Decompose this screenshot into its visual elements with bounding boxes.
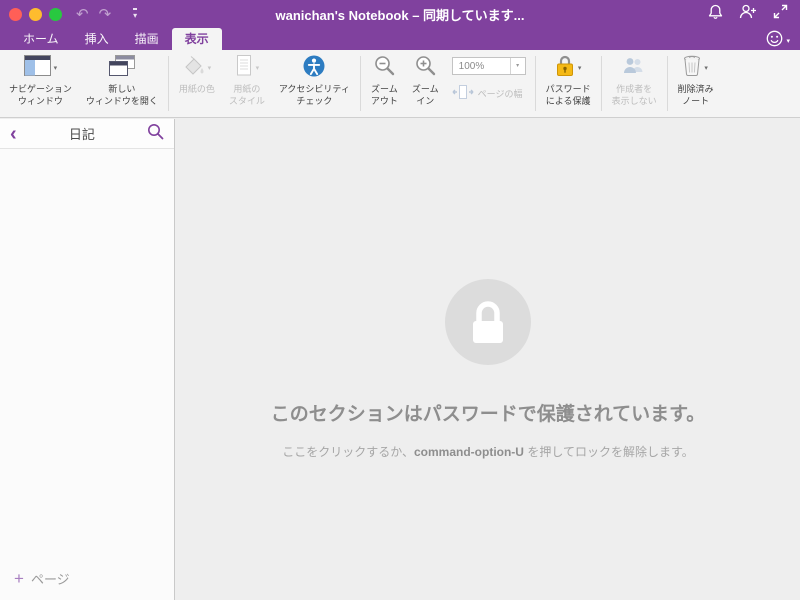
hide-authors-button: 作成者を 表示しない bbox=[605, 50, 664, 117]
tab-view[interactable]: 表示 bbox=[171, 28, 222, 50]
ribbon-view-tab-panel: ▾ ナビゲーション ウィンドウ 新しい ウィンドウを開く ▾ 用紙の色 ▾ 用紙… bbox=[0, 50, 800, 118]
redo-icon[interactable]: ↷ bbox=[99, 7, 112, 22]
zoom-level-select[interactable]: 100% ▾ bbox=[451, 57, 526, 75]
undo-icon[interactable]: ↶ bbox=[76, 7, 89, 22]
ribbon-separator bbox=[167, 56, 169, 111]
trash-icon bbox=[683, 54, 701, 82]
new-window-icon bbox=[108, 55, 135, 81]
paper-style-icon bbox=[235, 55, 253, 81]
ribbon-separator bbox=[666, 56, 668, 111]
protected-section-area[interactable]: このセクションはパスワードで保護されています。 ここをクリックするか、comma… bbox=[176, 119, 800, 600]
sidebar-header: ‹ 日記 bbox=[0, 119, 174, 149]
navigation-window-button[interactable]: ▾ ナビゲーション ウィンドウ bbox=[2, 50, 79, 117]
ribbon-tabbar: ホーム 挿入 描画 表示 ▾ bbox=[0, 28, 800, 50]
add-page-button[interactable]: + ページ bbox=[14, 569, 70, 588]
password-protect-caret-icon: ▾ bbox=[577, 65, 582, 72]
paper-color-icon bbox=[183, 55, 205, 81]
locked-section-title: このセクションはパスワードで保護されています。 bbox=[270, 404, 706, 425]
deleted-notes-caret-icon: ▾ bbox=[704, 65, 708, 72]
tab-draw[interactable]: 描画 bbox=[122, 28, 172, 50]
feedback-caret-icon[interactable]: ▾ bbox=[786, 37, 790, 45]
back-chevron-icon[interactable]: ‹ bbox=[10, 124, 17, 144]
authors-people-icon bbox=[622, 56, 646, 81]
navigation-window-icon bbox=[23, 55, 51, 81]
zoom-in-button[interactable]: ズーム イン bbox=[405, 50, 446, 117]
tab-home[interactable]: ホーム bbox=[10, 28, 72, 50]
paper-style-caret-icon: ▾ bbox=[255, 65, 260, 72]
zoom-out-button[interactable]: ズーム アウト bbox=[364, 50, 405, 117]
password-protect-button[interactable]: ▾ パスワード による保護 bbox=[539, 50, 598, 117]
close-window-button[interactable] bbox=[9, 7, 22, 21]
feedback-smiley-icon[interactable] bbox=[766, 30, 783, 52]
accessibility-check-icon bbox=[303, 55, 325, 82]
zoom-in-icon bbox=[415, 55, 436, 81]
zoom-window-button[interactable] bbox=[49, 7, 62, 21]
paper-style-button: ▾ 用紙の スタイル bbox=[222, 50, 272, 117]
search-icon[interactable] bbox=[147, 123, 164, 145]
titlebar: ↶ ↷ ▾ wanichan's Notebook – 同期しています... bbox=[0, 0, 800, 28]
section-title: 日記 bbox=[68, 127, 95, 142]
zoom-level-value: 100% bbox=[458, 60, 485, 72]
minimize-window-button[interactable] bbox=[29, 7, 42, 21]
ribbon-separator bbox=[359, 56, 361, 111]
ribbon-separator bbox=[534, 56, 536, 111]
paper-color-button: ▾ 用紙の色 bbox=[172, 50, 222, 117]
plus-icon: + bbox=[14, 568, 24, 588]
paper-color-caret-icon: ▾ bbox=[207, 65, 212, 72]
page-width-icon bbox=[452, 85, 474, 101]
lock-icon bbox=[445, 279, 531, 365]
locked-section-hint: ここをクリックするか、command-option-U を押してロックを解除しま… bbox=[282, 445, 694, 459]
traffic-lights bbox=[9, 7, 62, 21]
zoom-out-icon bbox=[374, 55, 395, 81]
page-width-button: ページの幅 bbox=[452, 85, 526, 101]
navigation-window-caret-icon: ▾ bbox=[53, 65, 58, 72]
page-list-sidebar: ‹ 日記 + ページ bbox=[0, 119, 175, 600]
zoom-level-caret-icon: ▾ bbox=[509, 58, 525, 74]
ribbon-separator bbox=[600, 56, 602, 111]
toolbar-options-caret-icon[interactable]: ▾ bbox=[133, 8, 138, 20]
accessibility-check-button[interactable]: アクセシビリティ チェック bbox=[272, 50, 357, 117]
notifications-bell-icon[interactable] bbox=[708, 4, 723, 25]
tab-insert[interactable]: 挿入 bbox=[72, 28, 122, 50]
new-window-button[interactable]: 新しい ウィンドウを開く bbox=[79, 50, 165, 117]
fullscreen-icon[interactable] bbox=[773, 4, 788, 24]
deleted-notes-button[interactable]: ▾ 削除済み ノート bbox=[671, 50, 721, 117]
share-add-person-icon[interactable] bbox=[739, 4, 757, 24]
password-lock-icon bbox=[555, 54, 575, 82]
